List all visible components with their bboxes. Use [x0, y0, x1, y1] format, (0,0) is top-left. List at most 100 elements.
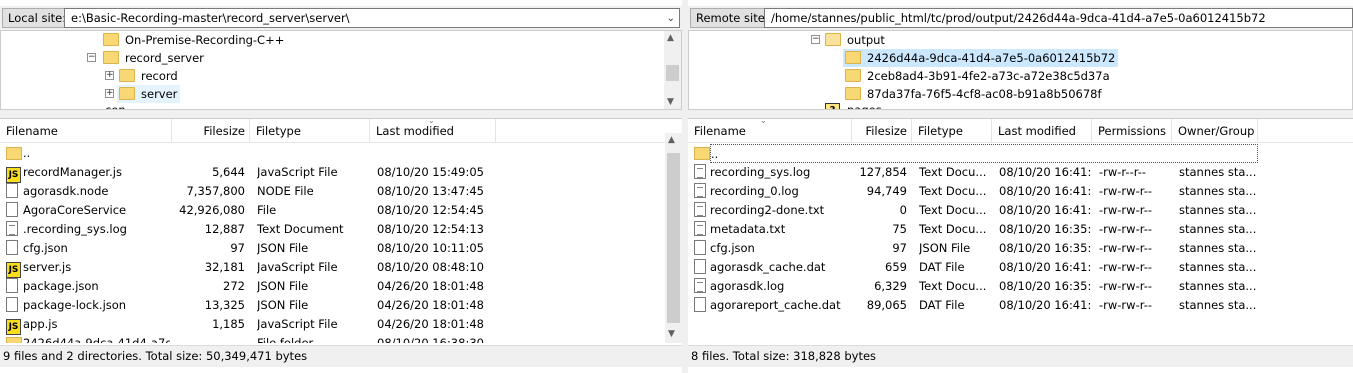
file-permissions: -rw-rw-r--	[1099, 222, 1153, 236]
file-row[interactable]: JS app.js 1,185 JavaScript File 04/26/20 18:…	[0, 315, 682, 335]
local-site-label: Local site:	[2, 8, 73, 28]
file-name: recording2-done.txt	[710, 203, 825, 217]
local-path-text: e:\Basic-Recording-master\record_server\…	[71, 11, 350, 25]
file-row[interactable]: AgoraCoreService 42,926,080 File 08/10/20 1…	[0, 201, 682, 220]
file-row[interactable]: agorasdk_cache.dat 659 DAT File 08/10/20 16…	[688, 258, 1353, 277]
folder-icon	[119, 69, 135, 82]
collapse-icon[interactable]: −	[87, 53, 96, 62]
file-type: JSON File	[257, 241, 309, 255]
scroll-up-icon[interactable]: ▲	[668, 135, 675, 145]
file-row[interactable]: JS recordManager.js 5,644 JavaScript File 08…	[0, 163, 682, 183]
file-permissions: -rw-r--r--	[1099, 165, 1147, 179]
scroll-up-icon[interactable]: ▲	[667, 33, 674, 43]
file-row[interactable]: JS server.js 32,181 JavaScript File 08/10/20…	[0, 258, 682, 278]
file-name: cfg.json	[710, 241, 755, 255]
expand-icon[interactable]: +	[105, 89, 114, 98]
file-modified: 08/10/20 16:35:...	[999, 222, 1091, 236]
file-owner: stannes sta...	[1179, 260, 1257, 274]
expand-icon[interactable]: +	[105, 71, 114, 80]
file-row[interactable]: package-lock.json 13,325 JSON File 04/26/20…	[0, 296, 682, 315]
file-size: 89,065	[866, 298, 907, 312]
column-filetype[interactable]: Filetype	[250, 119, 370, 143]
local-list-scrollbar[interactable]: ▲ ▼	[665, 133, 682, 343]
file-row[interactable]: agorasdk.node 7,357,800 NODE File 08/10/20 …	[0, 182, 682, 201]
scroll-down-icon[interactable]: ▼	[668, 329, 675, 339]
tree-item-record[interactable]: record	[117, 67, 181, 85]
pane-divider[interactable]	[688, 110, 1353, 118]
file-icon	[694, 259, 706, 274]
file-row[interactable]: recording2-done.txt 0 Text Docu... 08/10/20…	[688, 201, 1353, 220]
remote-file-list[interactable]: Filename ⌄ Filesize Filetype Last modifi…	[688, 118, 1353, 343]
tree-item-output[interactable]: output	[823, 31, 888, 49]
file-type: JSON File	[257, 298, 309, 312]
file-row[interactable]: agorasdk.log 6,329 Text Docu... 08/10/20 16…	[688, 277, 1353, 296]
file-owner: stannes sta...	[1179, 298, 1257, 312]
file-row[interactable]: 2426d44a-9dca-41d4-a7e... File folder 08/1…	[0, 334, 682, 343]
local-tree-scrollbar[interactable]: ▲ ▼	[664, 31, 681, 109]
file-type: Text Docu...	[919, 203, 987, 217]
tree-item-label: record	[141, 69, 178, 83]
text-file-icon	[694, 221, 706, 236]
file-name: agorasdk.node	[23, 184, 109, 198]
file-size: 127,854	[859, 165, 907, 179]
file-row[interactable]: ..	[0, 144, 682, 163]
file-row[interactable]: ..	[688, 144, 1353, 163]
tree-item-record-server[interactable]: record_server	[101, 49, 207, 67]
local-path-input[interactable]: e:\Basic-Recording-master\record_server\…	[64, 8, 680, 28]
column-filename[interactable]: Filename	[0, 119, 172, 143]
sort-arrow-icon: ⌄	[428, 118, 435, 125]
file-row[interactable]: package.json 272 JSON File 04/26/20 18:01:4…	[0, 277, 682, 296]
remote-list-header: Filename ⌄ Filesize Filetype Last modifi…	[688, 119, 1353, 143]
file-name: recording_sys.log	[710, 165, 811, 179]
local-directory-tree[interactable]: On-Premise-Recording-C++ − record_server…	[0, 30, 682, 110]
file-size: 0	[899, 203, 907, 217]
tree-item-label: 2ceb8ad4-3b91-4fe2-a73c-a72e38c5d37a	[867, 69, 1110, 83]
scroll-down-icon[interactable]: ▼	[667, 97, 674, 107]
javascript-file-icon: JS	[6, 167, 21, 183]
column-filesize[interactable]: Filesize	[172, 119, 250, 143]
file-size: 5,644	[212, 165, 245, 179]
file-modified: 08/10/20 12:54:13	[377, 222, 484, 236]
tree-item-on-premise[interactable]: On-Premise-Recording-C++	[101, 31, 287, 49]
file-row[interactable]: cfg.json 97 JSON File 08/10/20 16:35:... -rw…	[688, 239, 1353, 258]
tree-item-label: output	[847, 33, 885, 47]
scroll-thumb[interactable]	[667, 153, 680, 323]
file-type: JavaScript File	[257, 317, 338, 331]
chevron-down-icon[interactable]: ⌄	[667, 13, 675, 24]
tree-item-pages[interactable]: ? pages	[823, 101, 885, 109]
file-row[interactable]: agorareport_cache.dat 89,065 DAT File 08/10…	[688, 296, 1353, 315]
column-owner-group[interactable]: Owner/Group	[1172, 119, 1258, 143]
file-modified: 08/10/20 16:41:...	[999, 165, 1091, 179]
file-size: 6,329	[874, 279, 907, 293]
tree-item-2426d44a[interactable]: 2426d44a-9dca-41d4-a7e5-0a6012415b72	[843, 49, 1119, 67]
column-last-modified[interactable]: Last modified	[992, 119, 1092, 143]
remote-path-text: /home/stannes/public_html/tc/prod/output…	[771, 11, 1266, 25]
file-modified: 08/10/20 10:11:05	[377, 241, 484, 255]
file-row[interactable]: recording_0.log 94,749 Text Docu... 08/10/2…	[688, 182, 1353, 201]
remote-path-input[interactable]: /home/stannes/public_html/tc/prod/output…	[764, 8, 1353, 28]
file-name: metadata.txt	[710, 222, 786, 236]
pane-divider[interactable]	[0, 110, 682, 118]
file-name: package.json	[23, 279, 99, 293]
column-permissions[interactable]: Permissions	[1092, 119, 1172, 143]
file-permissions: -rw-rw-r--	[1099, 279, 1153, 293]
file-type: File folder	[257, 336, 314, 343]
scroll-thumb[interactable]	[666, 65, 679, 81]
file-row[interactable]: cfg.json 97 JSON File 08/10/20 10:11:05	[0, 239, 682, 258]
collapse-icon[interactable]: −	[811, 35, 820, 44]
file-type	[919, 144, 991, 163]
file-owner: stannes sta...	[1179, 241, 1257, 255]
tree-item-con[interactable]: con	[81, 101, 129, 109]
file-name: app.js	[23, 317, 58, 331]
text-file-icon	[6, 221, 18, 236]
column-filetype[interactable]: Filetype	[912, 119, 992, 143]
file-row[interactable]: .recording_sys.log 12,887 Text Document 08/…	[0, 220, 682, 239]
file-row[interactable]: metadata.txt 75 Text Docu... 08/10/20 16:35…	[688, 220, 1353, 239]
local-file-list[interactable]: Filename Filesize Filetype Last modified…	[0, 118, 682, 343]
column-filesize[interactable]: Filesize	[852, 119, 912, 143]
tree-item-2ceb8ad4[interactable]: 2ceb8ad4-3b91-4fe2-a73c-a72e38c5d37a	[843, 67, 1113, 85]
file-row[interactable]: recording_sys.log 127,854 Text Docu... 08/1…	[688, 163, 1353, 182]
remote-directory-tree[interactable]: − output 2426d44a-9dca-41d4-a7e5-0a60124…	[688, 30, 1353, 110]
tree-item-label: record_server	[125, 51, 204, 65]
column-filename[interactable]: Filename	[688, 119, 852, 143]
